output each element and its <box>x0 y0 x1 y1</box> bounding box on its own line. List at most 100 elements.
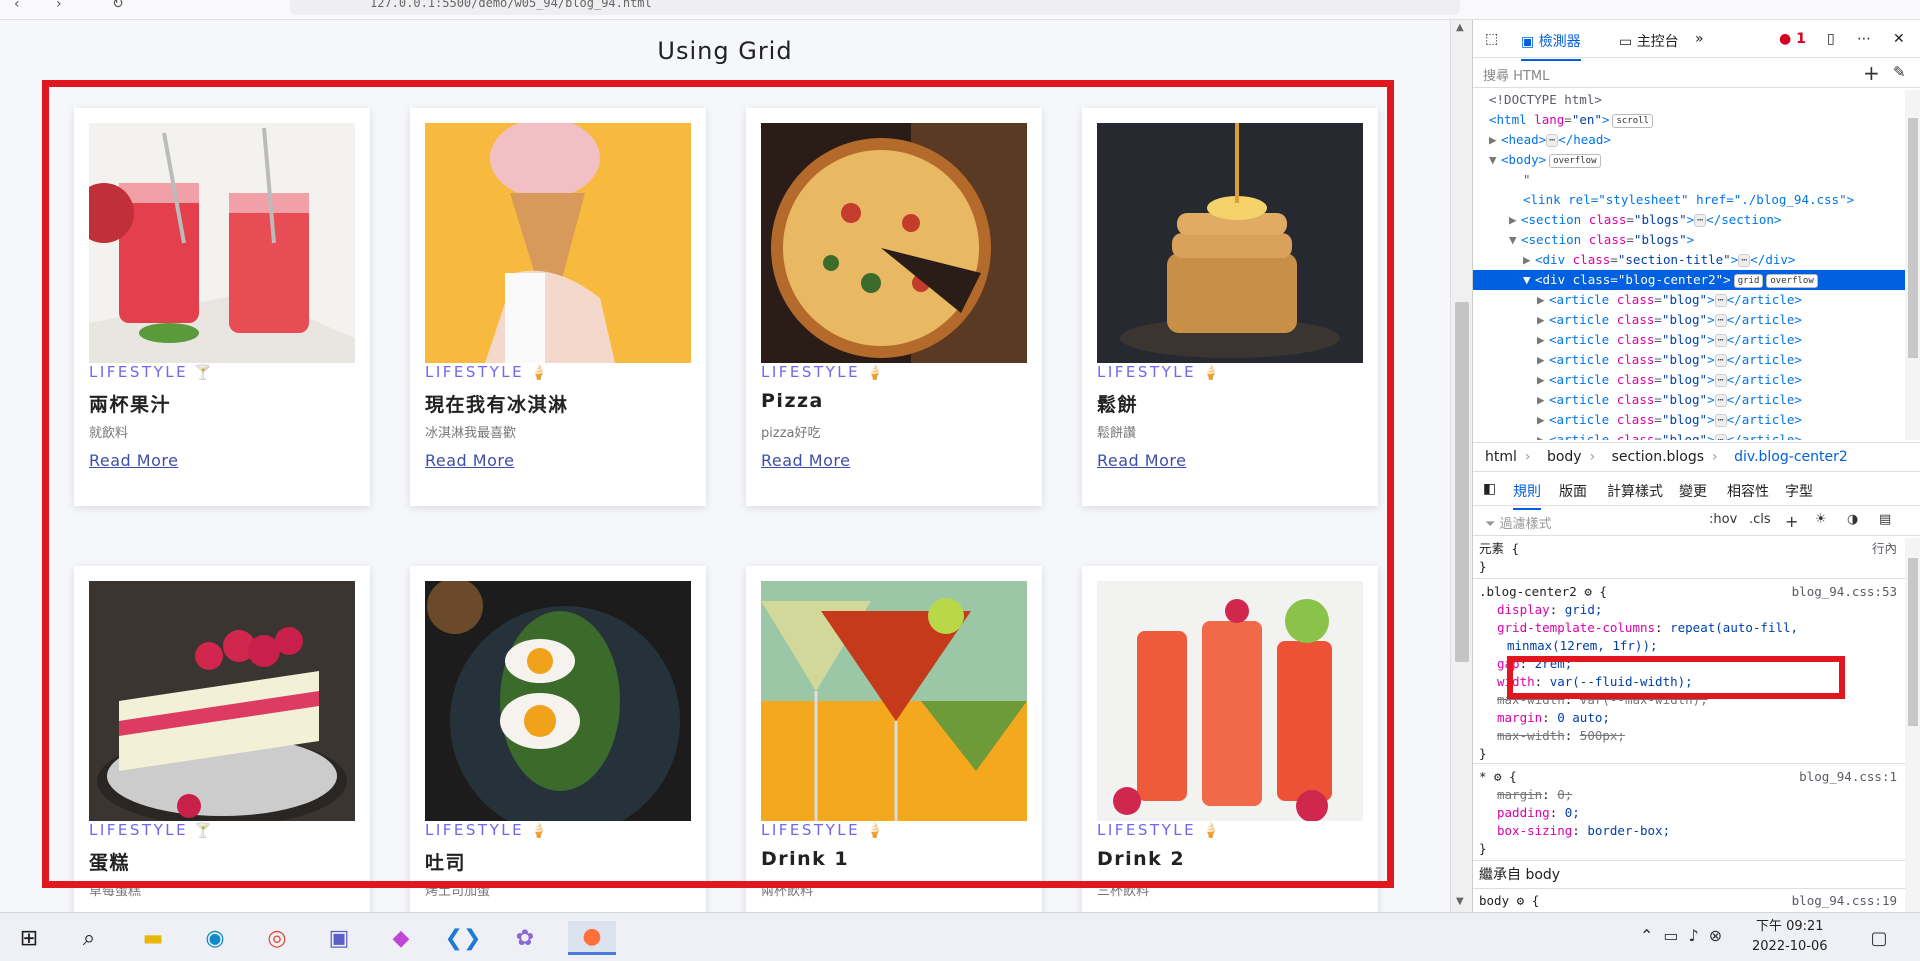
file-explorer-icon[interactable]: ▬ <box>136 921 170 955</box>
markup-node[interactable]: ▶<article class="blog">⋯</article> <box>1473 350 1905 370</box>
dock-icon[interactable]: ▯ <box>1827 31 1835 47</box>
property-value[interactable]: 0 auto; <box>1557 710 1610 725</box>
property-value[interactable]: 0; <box>1557 787 1572 802</box>
css-rule-line[interactable]: * ⚙ {blog_94.css:1 <box>1473 768 1905 786</box>
close-icon[interactable]: ✕ <box>1893 31 1905 47</box>
menu-icon[interactable]: ⋯ <box>1857 31 1871 47</box>
rule-source[interactable]: 行內 <box>1872 540 1897 558</box>
expand-icon[interactable]: ▶ <box>1537 410 1549 430</box>
css-rule-line[interactable]: margin: 0 auto; <box>1473 709 1905 727</box>
rule-source[interactable]: blog_94.css:53 <box>1792 583 1897 601</box>
css-rule-line[interactable]: } <box>1473 745 1905 763</box>
light-mode-icon[interactable]: ☀ <box>1815 512 1827 527</box>
tab-layout[interactable]: 版面 <box>1559 481 1587 501</box>
markup-node[interactable]: ▶<article class="blog">⋯</article> <box>1473 330 1905 350</box>
gear-icon[interactable]: ⚙ <box>1487 769 1510 784</box>
read-more-link[interactable]: Read More <box>425 451 514 470</box>
read-more-link[interactable]: Read More <box>1097 451 1186 470</box>
collapsed-content-icon[interactable]: ⋯ <box>1714 394 1727 407</box>
rules-scroll-thumb[interactable] <box>1908 558 1918 726</box>
css-rule-line[interactable]: 元素 {行內 <box>1473 540 1905 558</box>
markup-node[interactable]: " <box>1473 170 1905 190</box>
css-rule-line[interactable]: minmax(12rem, 1fr)); <box>1473 637 1905 655</box>
collapsed-content-icon[interactable]: ⋯ <box>1714 354 1727 367</box>
reload-icon[interactable]: ↻ <box>112 0 124 11</box>
volume-icon[interactable]: ♪ <box>1689 926 1709 945</box>
markup-tree[interactable]: <!DOCTYPE html> <html lang="en"> scroll ▶ <h… <box>1473 90 1905 440</box>
collapsed-content-icon[interactable]: ⋯ <box>1714 434 1727 440</box>
scroll-down-icon[interactable]: ▼ <box>1456 896 1464 907</box>
back-icon[interactable]: ‹ <box>14 0 20 11</box>
css-rule-line[interactable]: display: grid; <box>1473 601 1905 619</box>
property-value[interactable]: minmax(12rem, 1fr)); <box>1507 638 1658 653</box>
search-icon[interactable]: ⌕ <box>72 921 106 955</box>
markup-node[interactable]: ▶<article class="blog">⋯</article> <box>1473 430 1905 440</box>
node-badge[interactable]: grid <box>1733 273 1764 288</box>
tab-changes[interactable]: 變更 <box>1679 481 1707 501</box>
forward-icon[interactable]: › <box>56 0 62 11</box>
tab-computed[interactable]: 計算樣式 <box>1607 481 1663 501</box>
property-value[interactable]: grid; <box>1565 602 1603 617</box>
rules-scrollbar[interactable] <box>1905 538 1920 912</box>
url-bar[interactable]: 127.0.0.1:5500/demo/w05_94/blog_94.html <box>290 0 1460 15</box>
tab-console[interactable]: ▭ 主控台 <box>1619 31 1679 51</box>
expand-icon[interactable]: ▶ <box>1537 310 1549 330</box>
node-badge[interactable]: scroll <box>1612 113 1653 128</box>
breadcrumb-body[interactable]: body <box>1547 449 1582 465</box>
more-tabs-icon[interactable]: » <box>1695 31 1704 47</box>
expand-icon[interactable]: ▶ <box>1537 390 1549 410</box>
property-name[interactable]: max-width <box>1497 728 1565 743</box>
add-rule-icon[interactable]: + <box>1785 512 1798 531</box>
collapsed-content-icon[interactable]: ⋯ <box>1694 214 1707 227</box>
css-rule-line[interactable]: body ⚙ {blog_94.css:19 <box>1473 892 1905 910</box>
property-name[interactable]: padding <box>1497 805 1550 820</box>
expand-icon[interactable]: ▶ <box>1537 350 1549 370</box>
read-more-link[interactable]: Read More <box>89 451 178 470</box>
collapsed-content-icon[interactable]: ⋯ <box>1738 254 1751 267</box>
node-badge[interactable]: overflow <box>1766 273 1818 288</box>
expand-icon[interactable]: ▶ <box>1537 290 1549 310</box>
collapse-icon[interactable]: ▼ <box>1509 230 1521 250</box>
paint-icon[interactable]: ◆ <box>384 921 418 955</box>
firefox-icon[interactable]: ● <box>568 921 616 955</box>
expand-icon[interactable]: ▶ <box>1523 250 1535 270</box>
markup-node[interactable]: ▶<article class="blog">⋯</article> <box>1473 370 1905 390</box>
markup-scroll-thumb[interactable] <box>1908 118 1918 358</box>
collapsed-content-icon[interactable]: ⋯ <box>1714 414 1727 427</box>
breadcrumb-section[interactable]: section.blogs <box>1612 449 1704 465</box>
collapse-icon[interactable]: ▼ <box>1523 270 1535 290</box>
breadcrumb-html[interactable]: html <box>1485 449 1517 465</box>
scroll-up-icon[interactable]: ▲ <box>1456 22 1464 33</box>
css-rule-line[interactable]: .blog-center2 ⚙ {blog_94.css:53 <box>1473 583 1905 601</box>
eyedropper-icon[interactable]: ✎ <box>1893 63 1906 81</box>
css-rule-line[interactable]: max-width: 500px; <box>1473 727 1905 745</box>
tab-fonts[interactable]: 字型 <box>1785 481 1813 501</box>
app-icon[interactable]: ✿ <box>508 921 542 955</box>
sidebar-toggle-icon[interactable]: ◧ <box>1483 481 1496 497</box>
chrome-icon[interactable]: ◎ <box>260 921 294 955</box>
scrollbar-thumb[interactable] <box>1455 302 1469 662</box>
vscode-icon[interactable]: ❮❯ <box>445 921 482 955</box>
property-value[interactable]: repeat(auto-fill, <box>1670 620 1798 635</box>
tab-inspector[interactable]: ▣ 檢測器 <box>1521 31 1581 61</box>
breadcrumb-div[interactable]: div.blog-center2 <box>1734 449 1848 465</box>
property-name[interactable]: box-sizing <box>1497 823 1572 838</box>
property-value[interactable]: 500px; <box>1580 728 1625 743</box>
markup-scrollbar[interactable] <box>1905 90 1920 440</box>
property-value[interactable]: 0; <box>1565 805 1580 820</box>
css-rule-line[interactable]: grid-template-columns: repeat(auto-fill, <box>1473 619 1905 637</box>
markup-node[interactable]: ▼ <section class="blogs"> <box>1473 230 1905 250</box>
css-rule-line[interactable]: padding: 0; <box>1473 804 1905 822</box>
dark-mode-icon[interactable]: ◑ <box>1847 512 1858 527</box>
property-name[interactable]: grid-template-columns <box>1497 620 1655 635</box>
property-name[interactable]: margin <box>1497 787 1542 802</box>
markup-node[interactable]: ▶<article class="blog">⋯</article> <box>1473 310 1905 330</box>
mute-icon[interactable]: ⊗ <box>1709 926 1732 945</box>
node-badge[interactable]: overflow <box>1549 153 1601 168</box>
notification-icon[interactable]: ▢ <box>1862 921 1896 955</box>
url-text[interactable]: 127.0.0.1:5500/demo/w05_94/blog_94.html <box>370 0 652 10</box>
rule-source[interactable]: blog_94.css:19 <box>1792 892 1897 910</box>
teams-icon[interactable]: ▣ <box>322 921 356 955</box>
html-search[interactable]: 搜尋 HTML + ✎ <box>1473 58 1920 88</box>
hov-toggle[interactable]: :hov <box>1709 512 1737 527</box>
